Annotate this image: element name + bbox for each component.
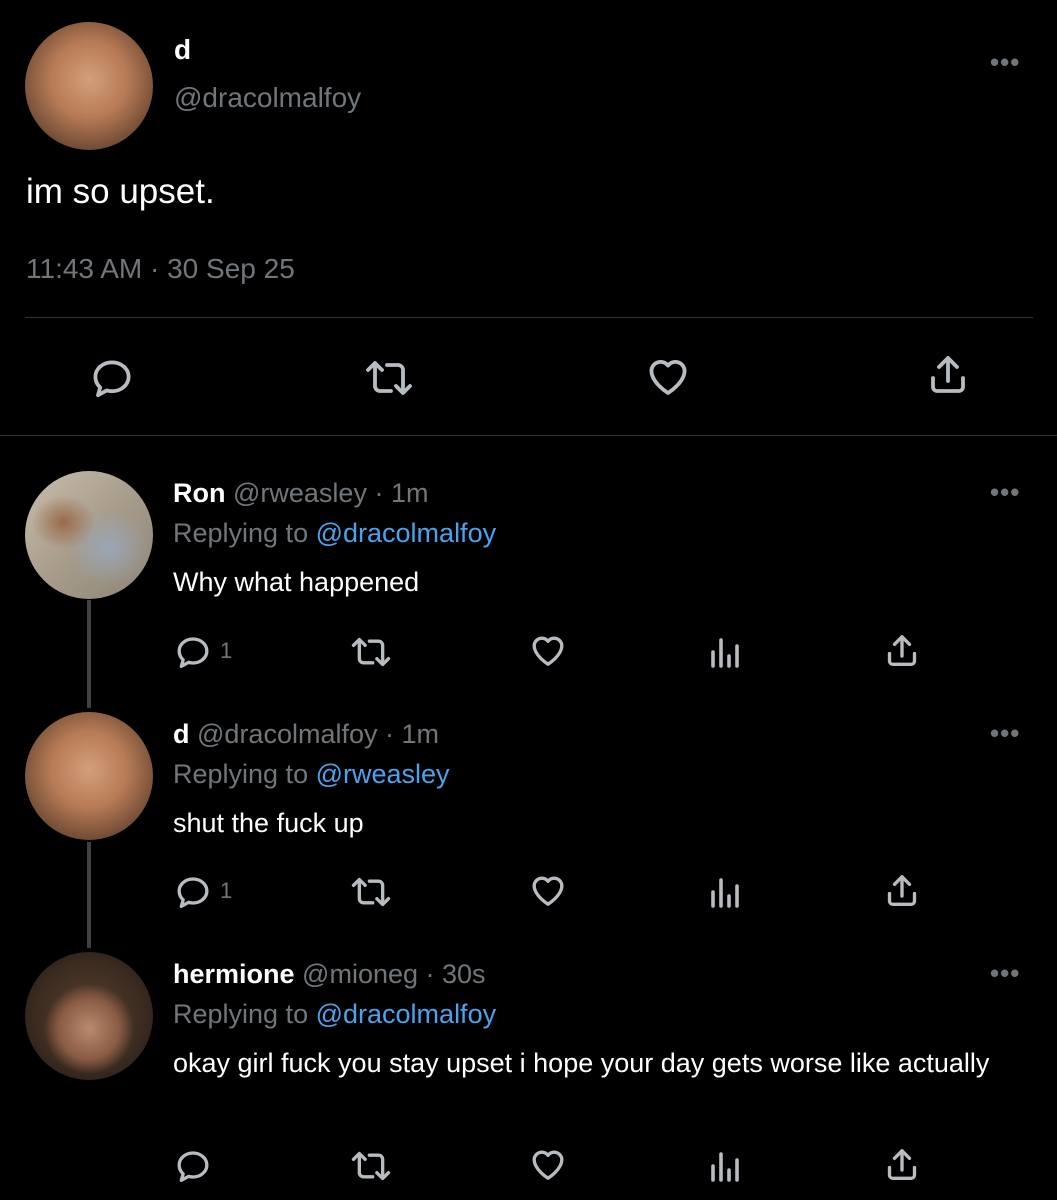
- reply-header: hermione @mioneg · 30s: [173, 958, 486, 990]
- author-name[interactable]: d: [173, 719, 190, 749]
- reply-count: 1: [220, 638, 233, 663]
- reply-header: d @dracolmalfoy · 1m: [173, 718, 439, 750]
- share-icon[interactable]: [882, 870, 922, 912]
- author-name[interactable]: Ron: [173, 478, 225, 508]
- reply-time: · 1m: [385, 719, 440, 749]
- share-icon[interactable]: [882, 630, 922, 672]
- reply-time: · 1m: [374, 478, 429, 508]
- thread-connector: [87, 842, 91, 948]
- share-icon[interactable]: [882, 1144, 922, 1186]
- analytics-icon[interactable]: [707, 632, 743, 670]
- mention-link[interactable]: @dracolmalfoy: [316, 518, 496, 548]
- replying-to: Replying to @dracolmalfoy: [173, 998, 496, 1030]
- author-handle[interactable]: @rweasley: [233, 478, 367, 508]
- divider: [25, 317, 1033, 318]
- mention-link[interactable]: @dracolmalfoy: [316, 999, 496, 1029]
- reply-icon[interactable]: [88, 354, 136, 402]
- author-handle[interactable]: @dracolmalfoy: [197, 719, 377, 749]
- more-options-icon[interactable]: •••: [990, 960, 1020, 986]
- reply-text: shut the fuck up: [173, 808, 364, 838]
- divider: [0, 435, 1057, 436]
- replying-to-label: Replying to: [173, 999, 309, 1029]
- retweet-icon[interactable]: [348, 632, 394, 672]
- author-name[interactable]: hermione: [173, 959, 295, 989]
- more-options-icon[interactable]: •••: [990, 49, 1020, 75]
- reply-icon[interactable]: [173, 632, 213, 672]
- tweet-timestamp[interactable]: 11:43 AM · 30 Sep 25: [26, 253, 295, 285]
- reply-count: 1: [220, 878, 233, 903]
- analytics-icon[interactable]: [707, 1146, 743, 1184]
- like-icon[interactable]: [644, 352, 692, 400]
- more-options-icon[interactable]: •••: [990, 720, 1020, 746]
- author-name[interactable]: d: [174, 36, 191, 64]
- reply-text: okay girl fuck you stay upset i hope you…: [173, 1048, 990, 1078]
- avatar[interactable]: [25, 952, 153, 1080]
- avatar[interactable]: [25, 471, 153, 599]
- more-options-icon[interactable]: •••: [990, 479, 1020, 505]
- author-handle[interactable]: @dracolmalfoy: [174, 82, 361, 114]
- reply-text: Why what happened: [173, 567, 420, 597]
- replying-to-label: Replying to: [173, 759, 309, 789]
- mention-link[interactable]: @rweasley: [316, 759, 450, 789]
- tweet-text: im so upset.: [26, 172, 215, 211]
- thread-connector: [87, 600, 91, 708]
- like-icon[interactable]: [528, 630, 568, 670]
- avatar[interactable]: [25, 712, 153, 840]
- like-icon[interactable]: [528, 1144, 568, 1184]
- analytics-icon[interactable]: [707, 872, 743, 910]
- reply-icon[interactable]: [173, 1146, 213, 1186]
- retweet-icon[interactable]: [362, 354, 416, 402]
- retweet-icon[interactable]: [348, 1146, 394, 1186]
- author-handle[interactable]: @mioneg: [302, 959, 418, 989]
- avatar[interactable]: [25, 22, 153, 150]
- retweet-icon[interactable]: [348, 872, 394, 912]
- replying-to: Replying to @rweasley: [173, 758, 450, 790]
- reply-header: Ron @rweasley · 1m: [173, 477, 428, 509]
- share-icon[interactable]: [924, 350, 972, 400]
- reply-time: · 30s: [425, 959, 486, 989]
- like-icon[interactable]: [528, 870, 568, 910]
- replying-to-label: Replying to: [173, 518, 309, 548]
- reply-icon[interactable]: [173, 872, 213, 912]
- replying-to: Replying to @dracolmalfoy: [173, 517, 496, 549]
